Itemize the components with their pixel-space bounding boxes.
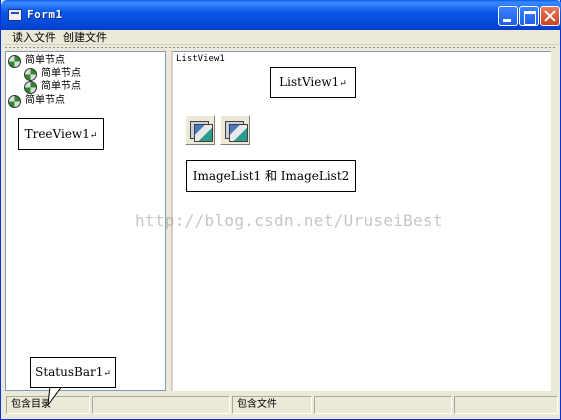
maximize-button[interactable] bbox=[519, 6, 539, 26]
callout-listview: ListView1↵ bbox=[270, 67, 356, 98]
list-view-caption: ListView1 bbox=[176, 54, 225, 64]
tree-node[interactable]: 简单节点 bbox=[8, 54, 65, 68]
minimize-button[interactable] bbox=[498, 6, 518, 26]
tree-node-disc-icon bbox=[24, 67, 37, 81]
status-bar: 包含目录 包含文件 bbox=[4, 394, 559, 416]
title-bar[interactable]: Form1 bbox=[1, 0, 561, 30]
callout-treeview: TreeView1↵ bbox=[18, 118, 104, 150]
form-window: Form1 读入文件 创建文件 简单节点 简单节点 简单节点 简单节点 List… bbox=[0, 0, 561, 420]
menu-read-file[interactable]: 读入文件 bbox=[12, 30, 56, 45]
tree-node[interactable]: 简单节点 bbox=[8, 94, 65, 108]
image-list-icon bbox=[185, 115, 215, 145]
image-list-icon bbox=[220, 115, 250, 145]
form-window-icon[interactable] bbox=[8, 9, 22, 21]
tree-node[interactable]: 简单节点 bbox=[24, 80, 81, 94]
close-button[interactable] bbox=[540, 6, 560, 26]
tree-node-disc-icon bbox=[24, 80, 37, 94]
menu-create-file[interactable]: 创建文件 bbox=[63, 30, 107, 45]
toolbar-separator bbox=[4, 46, 557, 49]
callout-pointer bbox=[47, 386, 63, 406]
tree-node-disc-icon bbox=[8, 54, 21, 68]
status-panel bbox=[92, 396, 230, 414]
watermark: http://blog.csdn.net/UruseiBest bbox=[135, 211, 443, 230]
callout-statusbar: StatusBar1↵ bbox=[30, 357, 116, 388]
status-panel bbox=[454, 396, 558, 414]
status-panel-file: 包含文件 bbox=[232, 396, 312, 414]
tree-node-disc-icon bbox=[8, 94, 21, 108]
callout-imagelist: ImageList1 和 ImageList2 bbox=[186, 160, 356, 192]
status-panel bbox=[314, 396, 452, 414]
tree-node[interactable]: 简单节点 bbox=[24, 67, 81, 81]
menu-bar: 读入文件 创建文件 bbox=[4, 30, 559, 45]
window-title: Form1 bbox=[27, 8, 63, 21]
